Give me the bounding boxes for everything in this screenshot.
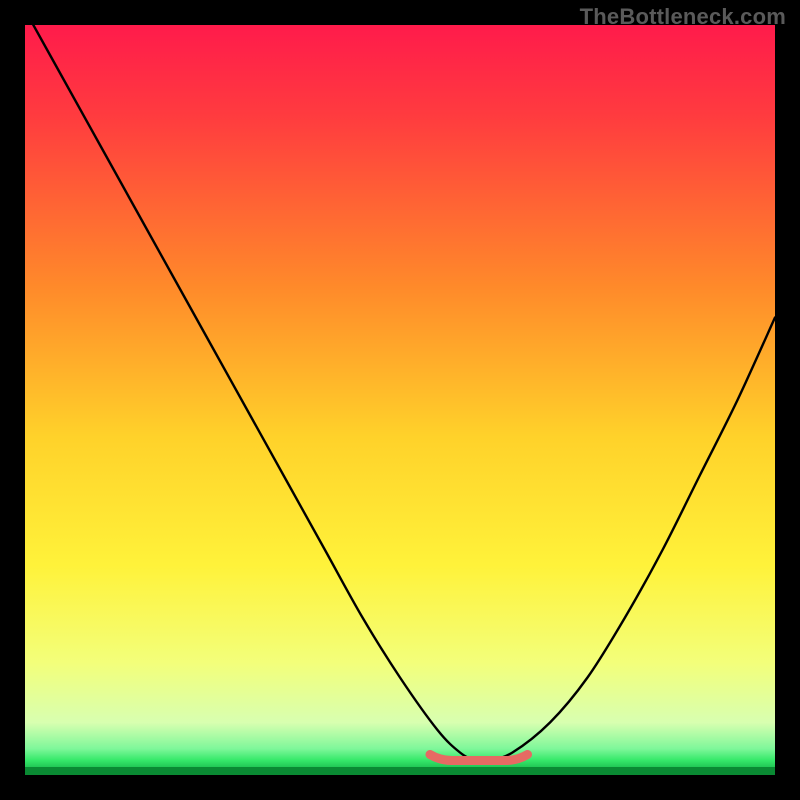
chart-frame: TheBottleneck.com xyxy=(0,0,800,800)
gradient-background xyxy=(25,25,775,775)
bottom-stripe xyxy=(25,767,775,775)
plot-area xyxy=(25,25,775,775)
watermark-text: TheBottleneck.com xyxy=(580,4,786,30)
bottleneck-chart xyxy=(25,25,775,775)
